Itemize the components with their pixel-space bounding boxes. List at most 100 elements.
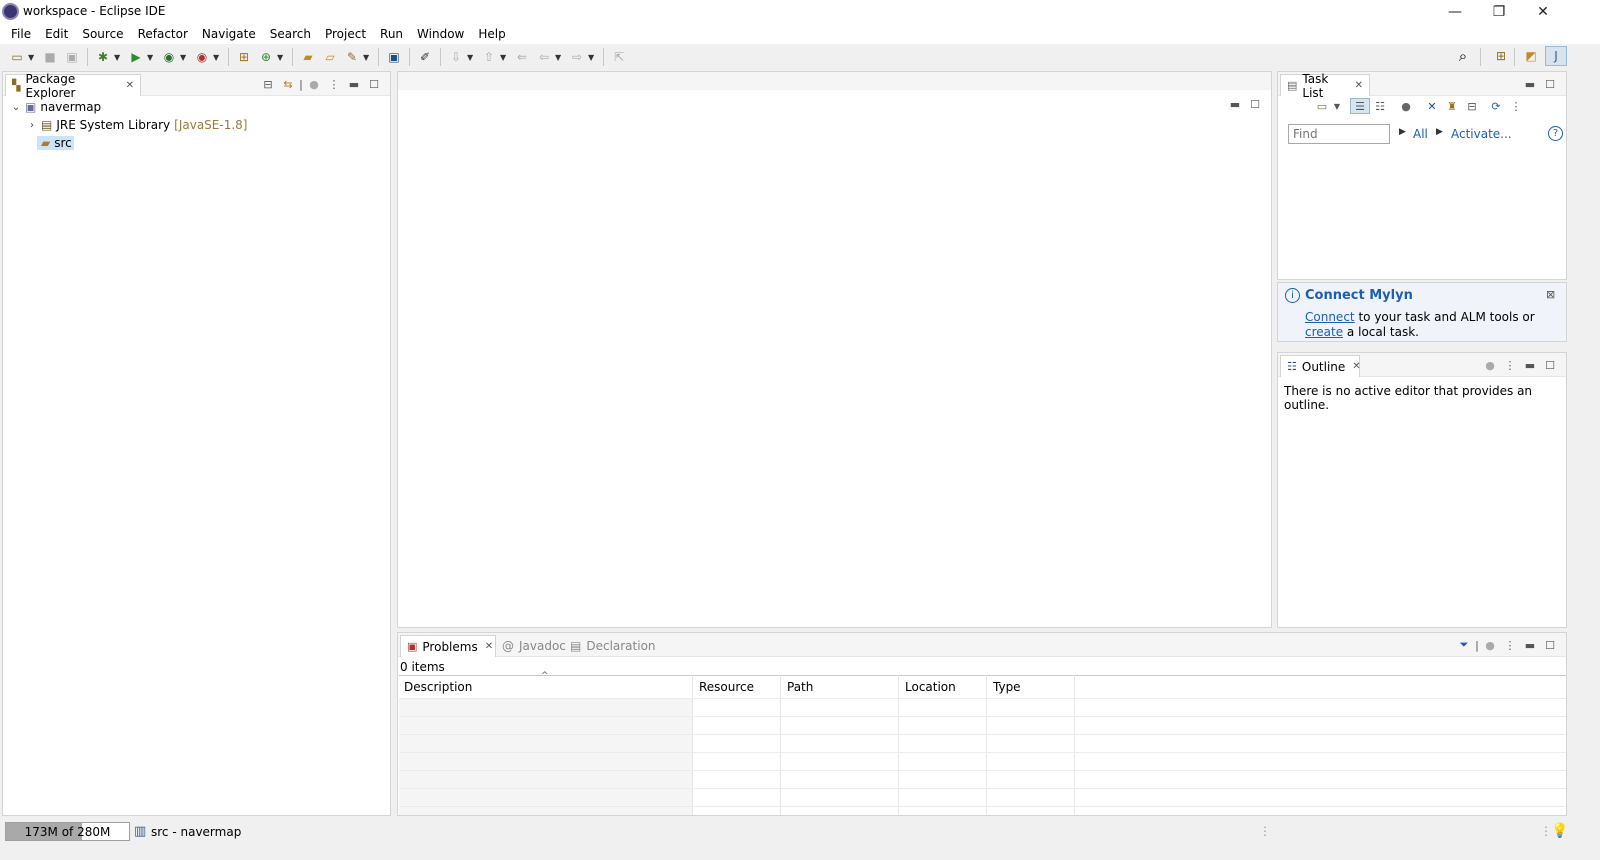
pin-editor-icon[interactable]: ⇱: [610, 48, 628, 66]
chevron-down-icon[interactable]: ⌄: [9, 102, 23, 113]
external-tools-dropdown-icon[interactable]: ▼: [213, 53, 221, 62]
open-perspective-icon[interactable]: ⊞: [1492, 47, 1510, 65]
new-task-icon[interactable]: ▭: [1312, 98, 1332, 114]
menu-run[interactable]: Run: [373, 27, 410, 41]
search-icon[interactable]: ⌕: [1454, 47, 1472, 65]
coverage-dropdown-icon[interactable]: ▼: [180, 53, 188, 62]
open-type-icon[interactable]: ▰: [299, 48, 317, 66]
maximize-icon[interactable]: ☐: [364, 76, 384, 92]
new-class-dropdown-icon[interactable]: ▼: [277, 53, 285, 62]
help-icon[interactable]: ?: [1548, 126, 1563, 141]
external-tools-icon[interactable]: ◉: [193, 48, 211, 66]
menu-navigate[interactable]: Navigate: [195, 27, 263, 41]
run-dropdown-icon[interactable]: ▼: [147, 53, 155, 62]
new-java-package-icon[interactable]: ⊞: [235, 48, 253, 66]
run-icon[interactable]: ▶: [127, 48, 145, 66]
view-menu-icon[interactable]: ⋮: [1500, 637, 1520, 653]
maximize-icon[interactable]: ☐: [1540, 76, 1560, 92]
new-icon[interactable]: ▭: [8, 48, 26, 66]
minimize-icon[interactable]: ▬: [344, 76, 364, 92]
maximize-icon[interactable]: ☐: [1540, 357, 1560, 373]
last-edit-location-icon[interactable]: ⇐: [513, 48, 531, 66]
focus-icon[interactable]: ●: [1396, 98, 1416, 114]
column-header-location[interactable]: Location: [905, 680, 956, 694]
back-icon[interactable]: ⇦: [535, 48, 553, 66]
all-link[interactable]: All: [1413, 127, 1428, 141]
previous-annotation-icon[interactable]: ⇧: [480, 48, 498, 66]
link-with-editor-icon[interactable]: ⇆: [278, 76, 298, 92]
collapse-all-icon[interactable]: ⊟: [1462, 98, 1482, 114]
restore-button[interactable]: ❐: [1476, 0, 1522, 24]
maximize-icon[interactable]: ☐: [1540, 637, 1560, 653]
terminal-icon[interactable]: ▣: [385, 48, 403, 66]
toggle-mark-occurrences-icon[interactable]: ✐: [416, 48, 434, 66]
tree-item-project[interactable]: ⌄ ▣ navermap: [9, 98, 101, 116]
column-header-description[interactable]: Description: [404, 680, 472, 694]
menu-search[interactable]: Search: [263, 27, 318, 41]
menu-project[interactable]: Project: [318, 27, 373, 41]
new-task-dropdown-icon[interactable]: ▼: [1332, 98, 1342, 114]
connect-link[interactable]: Connect: [1305, 310, 1355, 324]
tab-package-explorer[interactable]: ▚ Package Explorer ✕: [5, 72, 141, 100]
minimize-icon[interactable]: ▬: [1225, 96, 1245, 112]
back-dropdown-icon[interactable]: ▼: [555, 53, 563, 62]
minimize-icon[interactable]: ▬: [1520, 76, 1540, 92]
scheduled-icon[interactable]: ☷: [1370, 98, 1390, 114]
save-all-icon[interactable]: ▣: [63, 48, 81, 66]
column-divider[interactable]: [986, 675, 987, 815]
tab-task-list[interactable]: ▤ Task List ✕: [1280, 72, 1370, 100]
column-header-resource[interactable]: Resource: [699, 680, 754, 694]
close-icon[interactable]: ⊠: [1546, 288, 1555, 301]
java-ee-perspective-icon[interactable]: ◩: [1522, 47, 1540, 65]
view-menu-icon[interactable]: ⋮: [324, 76, 344, 92]
menu-window[interactable]: Window: [410, 27, 471, 41]
menu-edit[interactable]: Edit: [38, 27, 75, 41]
tab-javadoc[interactable]: @ Javadoc: [502, 639, 566, 653]
close-button[interactable]: ✕: [1520, 0, 1566, 24]
column-divider[interactable]: [780, 675, 781, 815]
new-dropdown-icon[interactable]: ▼: [28, 53, 36, 62]
close-icon[interactable]: ✕: [126, 80, 134, 91]
hide-completed-icon[interactable]: ✕: [1422, 98, 1442, 114]
tree-item-src[interactable]: ▰ src: [37, 134, 74, 152]
focus-icon[interactable]: ●: [1480, 637, 1500, 653]
collapse-all-icon[interactable]: ⊟: [258, 76, 278, 92]
menu-refactor[interactable]: Refactor: [131, 27, 195, 41]
minimize-icon[interactable]: ▬: [1520, 637, 1540, 653]
open-task-icon[interactable]: ▱: [321, 48, 339, 66]
tree-item-jre[interactable]: › ▤ JRE System Library [JavaSE-1.8]: [25, 116, 247, 134]
view-menu-icon[interactable]: ⋮: [1500, 357, 1520, 373]
tab-declaration[interactable]: ▤ Declaration: [570, 639, 656, 653]
filter-icon[interactable]: ⏷: [1454, 637, 1474, 653]
tab-problems[interactable]: ▣ Problems ✕: [400, 635, 496, 657]
column-divider[interactable]: [1074, 675, 1075, 815]
column-header-path[interactable]: Path: [787, 680, 813, 694]
debug-icon[interactable]: ✱: [94, 48, 112, 66]
heap-status[interactable]: 173M of 280M: [5, 822, 130, 841]
tab-outline[interactable]: ☷ Outline ✕: [1280, 355, 1361, 377]
coverage-icon[interactable]: ◉: [160, 48, 178, 66]
focus-icon[interactable]: ●: [1480, 357, 1500, 373]
column-divider[interactable]: [692, 675, 693, 815]
menu-source[interactable]: Source: [75, 27, 130, 41]
java-perspective-icon[interactable]: J: [1545, 46, 1567, 66]
menu-help[interactable]: Help: [471, 27, 512, 41]
categorized-icon[interactable]: ☰: [1350, 98, 1370, 114]
debug-dropdown-icon[interactable]: ▼: [114, 53, 122, 62]
next-annotation-icon[interactable]: ⇩: [447, 48, 465, 66]
activate-link[interactable]: Activate...: [1451, 127, 1512, 141]
close-icon[interactable]: ✕: [1352, 361, 1360, 372]
previous-annotation-dropdown-icon[interactable]: ▼: [500, 53, 508, 62]
forward-icon[interactable]: ⇨: [568, 48, 586, 66]
find-input[interactable]: [1288, 124, 1390, 144]
close-icon[interactable]: ✕: [485, 641, 493, 652]
close-icon[interactable]: ✕: [1355, 80, 1363, 91]
column-header-type[interactable]: Type: [993, 680, 1021, 694]
column-divider[interactable]: [898, 675, 899, 815]
focus-active-task-icon[interactable]: ●: [304, 76, 324, 92]
search-toolbar-icon[interactable]: ✎: [343, 48, 361, 66]
new-java-class-icon[interactable]: ⊕: [257, 48, 275, 66]
minimize-button[interactable]: —: [1432, 0, 1478, 24]
synchronize-icon[interactable]: ⟳: [1486, 98, 1506, 114]
tip-of-the-day-icon[interactable]: 💡: [1551, 823, 1568, 839]
